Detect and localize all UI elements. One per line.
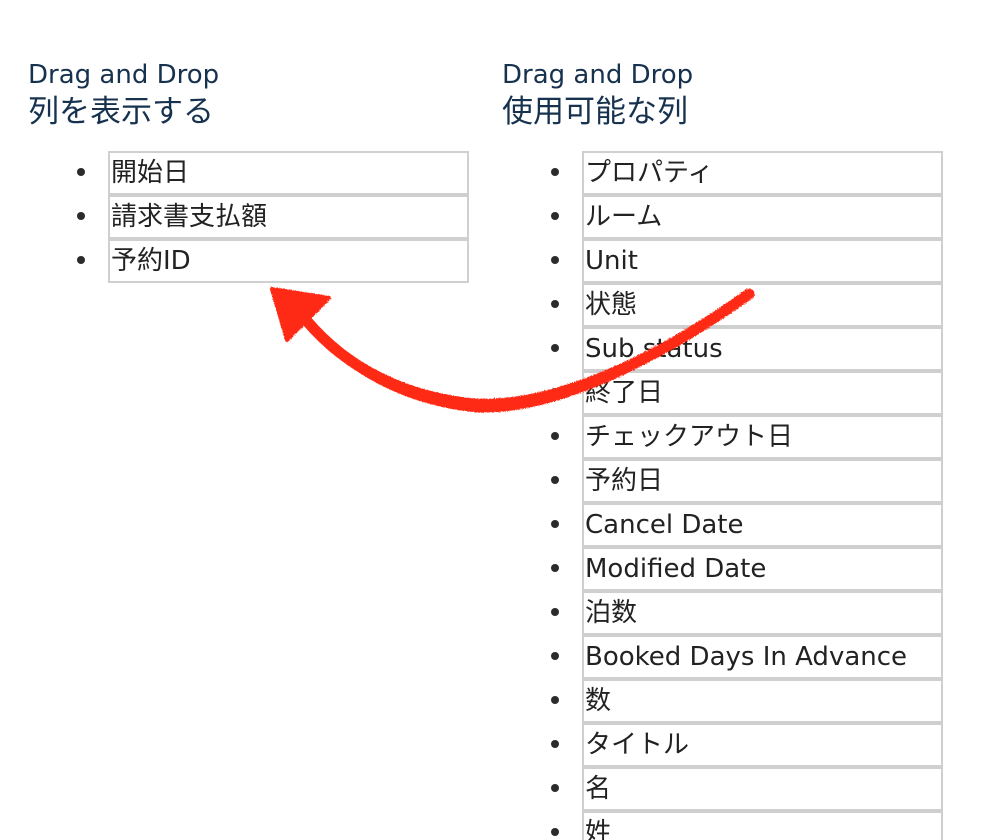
panel-title: 列を表示する xyxy=(28,94,214,130)
list-item[interactable]: ルーム xyxy=(551,195,943,239)
draggable-column-item[interactable]: Unit xyxy=(582,239,943,283)
panel-subtitle: Drag and Drop xyxy=(502,60,694,90)
draggable-column-item[interactable]: 予約ID xyxy=(108,239,469,283)
bullet-icon xyxy=(551,256,559,264)
list-item[interactable]: Booked Days In Advance xyxy=(551,635,943,679)
visible-columns-list[interactable]: 開始日 請求書支払額 予約ID xyxy=(77,151,469,283)
list-item[interactable]: タイトル xyxy=(551,723,943,767)
list-item[interactable]: Modified Date xyxy=(551,547,943,591)
panel-subtitle: Drag and Drop xyxy=(28,60,220,90)
draggable-column-item[interactable]: ルーム xyxy=(582,195,943,239)
bullet-icon xyxy=(551,344,559,352)
list-item[interactable]: 状態 xyxy=(551,283,943,327)
bullet-icon xyxy=(551,168,559,176)
visible-columns-panel: Drag and Drop 列を表示する 開始日 請求書支払額 予約ID xyxy=(28,58,478,283)
bullet-icon xyxy=(551,608,559,616)
list-item[interactable]: Unit xyxy=(551,239,943,283)
draggable-column-item[interactable]: Cancel Date xyxy=(582,503,943,547)
list-item[interactable]: 名 xyxy=(551,767,943,811)
list-item[interactable]: 姓 xyxy=(551,811,943,840)
draggable-column-item[interactable]: プロパティ xyxy=(582,151,943,195)
list-item[interactable]: 予約ID xyxy=(77,239,469,283)
bullet-icon xyxy=(551,520,559,528)
available-columns-list[interactable]: プロパティ ルーム Unit 状態 Sub status 終了日 チェックアウト… xyxy=(551,151,943,840)
bullet-icon xyxy=(551,696,559,704)
bullet-icon xyxy=(551,652,559,660)
draggable-column-item[interactable]: 終了日 xyxy=(582,371,943,415)
list-item[interactable]: プロパティ xyxy=(551,151,943,195)
draggable-column-item[interactable]: 名 xyxy=(582,767,943,811)
draggable-column-item[interactable]: Modified Date xyxy=(582,547,943,591)
draggable-column-item[interactable]: 数 xyxy=(582,679,943,723)
list-item[interactable]: チェックアウト日 xyxy=(551,415,943,459)
bullet-icon xyxy=(551,476,559,484)
list-item[interactable]: 請求書支払額 xyxy=(77,195,469,239)
draggable-column-item[interactable]: 姓 xyxy=(582,811,943,840)
list-item[interactable]: Cancel Date xyxy=(551,503,943,547)
bullet-icon xyxy=(551,212,559,220)
available-columns-panel: Drag and Drop 使用可能な列 プロパティ ルーム Unit 状態 S… xyxy=(502,58,952,840)
bullet-icon xyxy=(551,388,559,396)
draggable-column-item[interactable]: タイトル xyxy=(582,723,943,767)
list-item[interactable]: 開始日 xyxy=(77,151,469,195)
bullet-icon xyxy=(551,432,559,440)
draggable-column-item[interactable]: 状態 xyxy=(582,283,943,327)
list-item[interactable]: 泊数 xyxy=(551,591,943,635)
list-item[interactable]: Sub status xyxy=(551,327,943,371)
draggable-column-item[interactable]: Booked Days In Advance xyxy=(582,635,943,679)
bullet-icon xyxy=(77,168,85,176)
panel-title: 使用可能な列 xyxy=(502,94,688,130)
bullet-icon xyxy=(551,300,559,308)
bullet-icon xyxy=(77,212,85,220)
draggable-column-item[interactable]: 開始日 xyxy=(108,151,469,195)
draggable-column-item[interactable]: 泊数 xyxy=(582,591,943,635)
draggable-column-item[interactable]: チェックアウト日 xyxy=(582,415,943,459)
draggable-column-item[interactable]: 予約日 xyxy=(582,459,943,503)
draggable-column-item[interactable]: 請求書支払額 xyxy=(108,195,469,239)
list-item[interactable]: 数 xyxy=(551,679,943,723)
list-item[interactable]: 予約日 xyxy=(551,459,943,503)
bullet-icon xyxy=(551,740,559,748)
list-item[interactable]: 終了日 xyxy=(551,371,943,415)
bullet-icon xyxy=(551,828,559,836)
bullet-icon xyxy=(551,784,559,792)
bullet-icon xyxy=(551,564,559,572)
draggable-column-item[interactable]: Sub status xyxy=(582,327,943,371)
bullet-icon xyxy=(77,256,85,264)
